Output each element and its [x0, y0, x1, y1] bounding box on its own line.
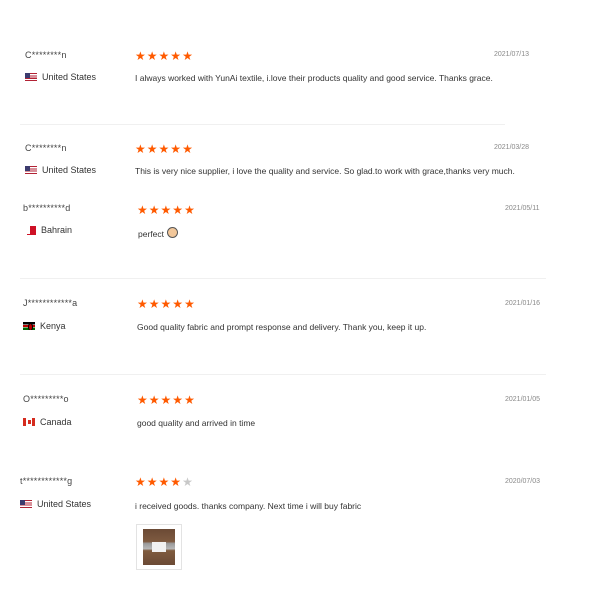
reviewer-name: J************a: [23, 298, 78, 308]
divider: [20, 374, 546, 375]
review-date: 2021/01/16: [505, 300, 541, 307]
star-icon: ★: [135, 49, 146, 63]
star-icon: ★: [148, 297, 160, 311]
reviewer-name: b**********d: [23, 203, 71, 213]
review-text: good quality and arrived in time: [137, 418, 256, 428]
review-date: 2021/03/28: [494, 144, 530, 151]
reviewer-country: Bahrain: [27, 225, 72, 235]
review-text: perfect: [138, 227, 178, 239]
star-icon: ★: [184, 393, 195, 407]
reviewer-country: United States: [20, 499, 91, 509]
star-icon: ★: [182, 142, 193, 156]
divider: [20, 124, 505, 125]
star-icon: ★: [170, 49, 182, 63]
star-rating: ★ ★ ★ ★ ★: [137, 298, 195, 310]
star-icon: ★: [137, 393, 148, 407]
star-icon: ★: [170, 142, 182, 156]
star-icon: ★: [172, 297, 184, 311]
reviewer-name: C********n: [25, 143, 67, 153]
us-flag-icon: [20, 500, 32, 508]
star-icon: ★: [182, 49, 193, 63]
reviewer-name: t************g: [20, 476, 73, 486]
reviewer-name: O*********o: [23, 394, 69, 404]
star-icon: ★: [135, 475, 146, 489]
review-text: Good quality fabric and prompt response …: [137, 322, 427, 332]
canada-flag-icon: [23, 418, 35, 426]
review-text-content: perfect: [138, 229, 164, 239]
review-text: I always worked with YunAi textile, i.lo…: [135, 73, 493, 83]
review-text: This is very nice supplier, i love the q…: [135, 166, 515, 176]
star-icon: ★: [158, 475, 170, 489]
star-rating: ★ ★ ★ ★ ★: [137, 394, 195, 406]
star-rating: ★ ★ ★ ★ ★: [135, 50, 193, 62]
review-date: 2021/05/11: [505, 205, 540, 212]
review-photo-thumbnail[interactable]: [136, 524, 182, 570]
country-label: United States: [42, 165, 97, 175]
bahrain-flag-icon: [27, 225, 36, 235]
kenya-flag-icon: [23, 322, 35, 330]
us-flag-icon: [25, 166, 37, 174]
star-icon: ★: [146, 49, 158, 63]
star-icon: ★: [184, 297, 195, 311]
star-icon: ★: [158, 49, 170, 63]
star-icon: ★: [160, 393, 172, 407]
star-icon: ★: [135, 142, 146, 156]
star-icon: ★: [148, 203, 160, 217]
divider: [20, 278, 546, 279]
star-icon: ★: [172, 393, 184, 407]
star-icon: ★: [172, 203, 184, 217]
star-rating: ★ ★ ★ ★ ★: [135, 143, 193, 155]
star-icon: ★: [184, 203, 195, 217]
country-label: Canada: [40, 417, 72, 427]
star-icon: ★: [146, 142, 158, 156]
thumbs-up-emoji-icon: [167, 227, 178, 238]
reviewer-country: Canada: [23, 417, 72, 427]
review-date: 2020/07/03: [505, 478, 541, 485]
us-flag-icon: [25, 73, 37, 81]
star-empty-icon: ★: [182, 475, 193, 489]
star-icon: ★: [148, 393, 160, 407]
country-label: United States: [37, 499, 92, 509]
star-icon: ★: [160, 297, 172, 311]
star-rating: ★ ★ ★ ★ ★: [137, 204, 195, 216]
star-icon: ★: [160, 203, 172, 217]
country-label: Kenya: [40, 321, 66, 331]
star-rating: ★ ★ ★ ★ ★: [135, 476, 193, 488]
star-icon: ★: [158, 142, 170, 156]
star-icon: ★: [146, 475, 158, 489]
star-icon: ★: [137, 203, 148, 217]
star-icon: ★: [137, 297, 148, 311]
reviewer-country: United States: [25, 165, 96, 175]
country-label: United States: [42, 72, 97, 82]
review-photo-image: [143, 529, 175, 565]
review-text: i received goods. thanks company. Next t…: [135, 501, 362, 511]
star-icon: ★: [170, 475, 182, 489]
country-label: Bahrain: [41, 225, 73, 235]
reviewer-name: C********n: [25, 50, 67, 60]
review-date: 2021/01/05: [505, 396, 541, 403]
reviewer-country: Kenya: [23, 321, 66, 331]
review-date: 2021/07/13: [494, 51, 530, 58]
reviewer-country: United States: [25, 72, 96, 82]
